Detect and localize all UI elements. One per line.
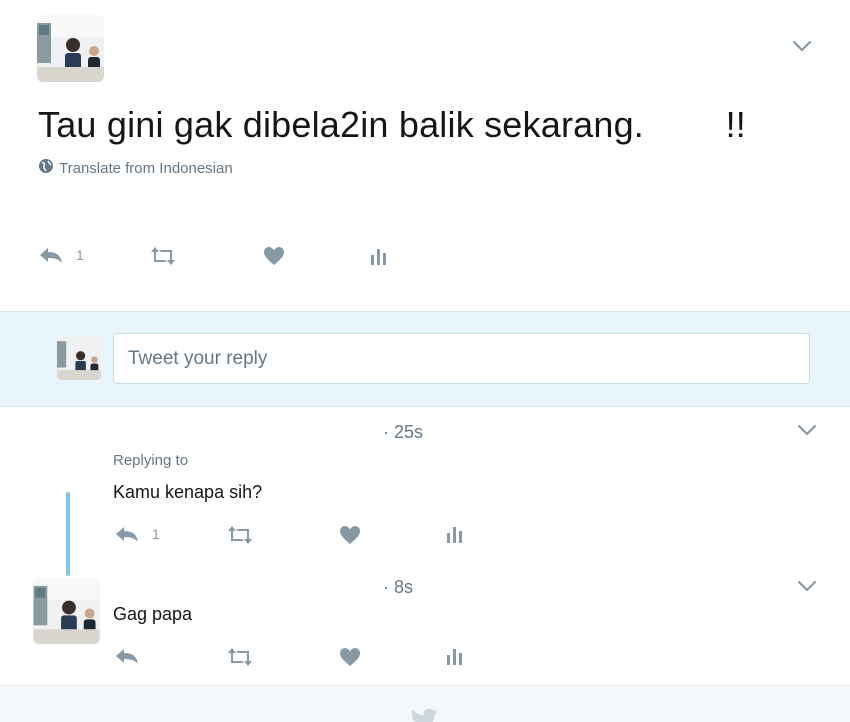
reply-1-timestamp[interactable]: · 25s <box>383 422 423 443</box>
reply-2-menu-chevron-down-icon[interactable] <box>796 578 818 594</box>
main-tweet-menu-chevron-down-icon[interactable] <box>791 38 813 54</box>
reply-1-text: Kamu kenapa sih? <box>113 482 263 502</box>
reply-icon <box>114 646 140 666</box>
reply-icon <box>38 245 64 265</box>
globe-icon <box>38 158 54 178</box>
reply-1-analytics-button[interactable] <box>445 524 465 544</box>
reply-2-avatar[interactable] <box>33 578 100 644</box>
reply-icon <box>114 524 140 544</box>
main-tweet-avatar[interactable] <box>37 15 104 82</box>
like-icon <box>339 647 361 667</box>
translate-label: Translate from Indonesian <box>59 159 233 177</box>
analytics-icon <box>445 524 465 544</box>
reply-1-menu-chevron-down-icon[interactable] <box>796 422 818 438</box>
reply-input[interactable]: Tweet your reply <box>113 333 810 384</box>
analytics-icon <box>369 246 389 266</box>
reply-2-timestamp[interactable]: · 8s <box>383 577 413 598</box>
reply-2-reply-button[interactable] <box>114 646 140 666</box>
reply-2-like-button[interactable] <box>339 647 361 667</box>
retweet-icon <box>226 647 254 667</box>
like-icon <box>339 525 361 545</box>
main-reply-count: 1 <box>76 247 84 263</box>
analytics-icon <box>445 646 465 666</box>
twitter-bird-icon <box>410 708 438 722</box>
replying-to-label: Replying to <box>113 452 189 469</box>
main-like-button[interactable] <box>263 246 285 266</box>
reply-input-placeholder: Tweet your reply <box>128 347 268 369</box>
main-tweet-text: Tau gini gak dibela2in balik sekarang. !… <box>38 104 747 145</box>
retweet-icon <box>226 525 254 545</box>
reply-1-retweet-button[interactable] <box>226 525 254 545</box>
main-analytics-button[interactable] <box>369 246 389 266</box>
like-icon <box>263 246 285 266</box>
reply-1-reply-count: 1 <box>152 526 160 542</box>
reply-2-text: Gag papa <box>113 604 193 624</box>
main-reply-button[interactable]: 1 <box>38 245 84 265</box>
reply-1-reply-button[interactable]: 1 <box>114 524 160 544</box>
reply-1-like-button[interactable] <box>339 525 361 545</box>
reply-2-analytics-button[interactable] <box>445 646 465 666</box>
translate-link[interactable]: Translate from Indonesian <box>38 158 233 178</box>
composer-avatar <box>57 336 101 380</box>
reply-2-retweet-button[interactable] <box>226 647 254 667</box>
main-retweet-button[interactable] <box>149 246 177 266</box>
thread-connector-line <box>66 492 70 576</box>
retweet-icon <box>149 246 177 266</box>
